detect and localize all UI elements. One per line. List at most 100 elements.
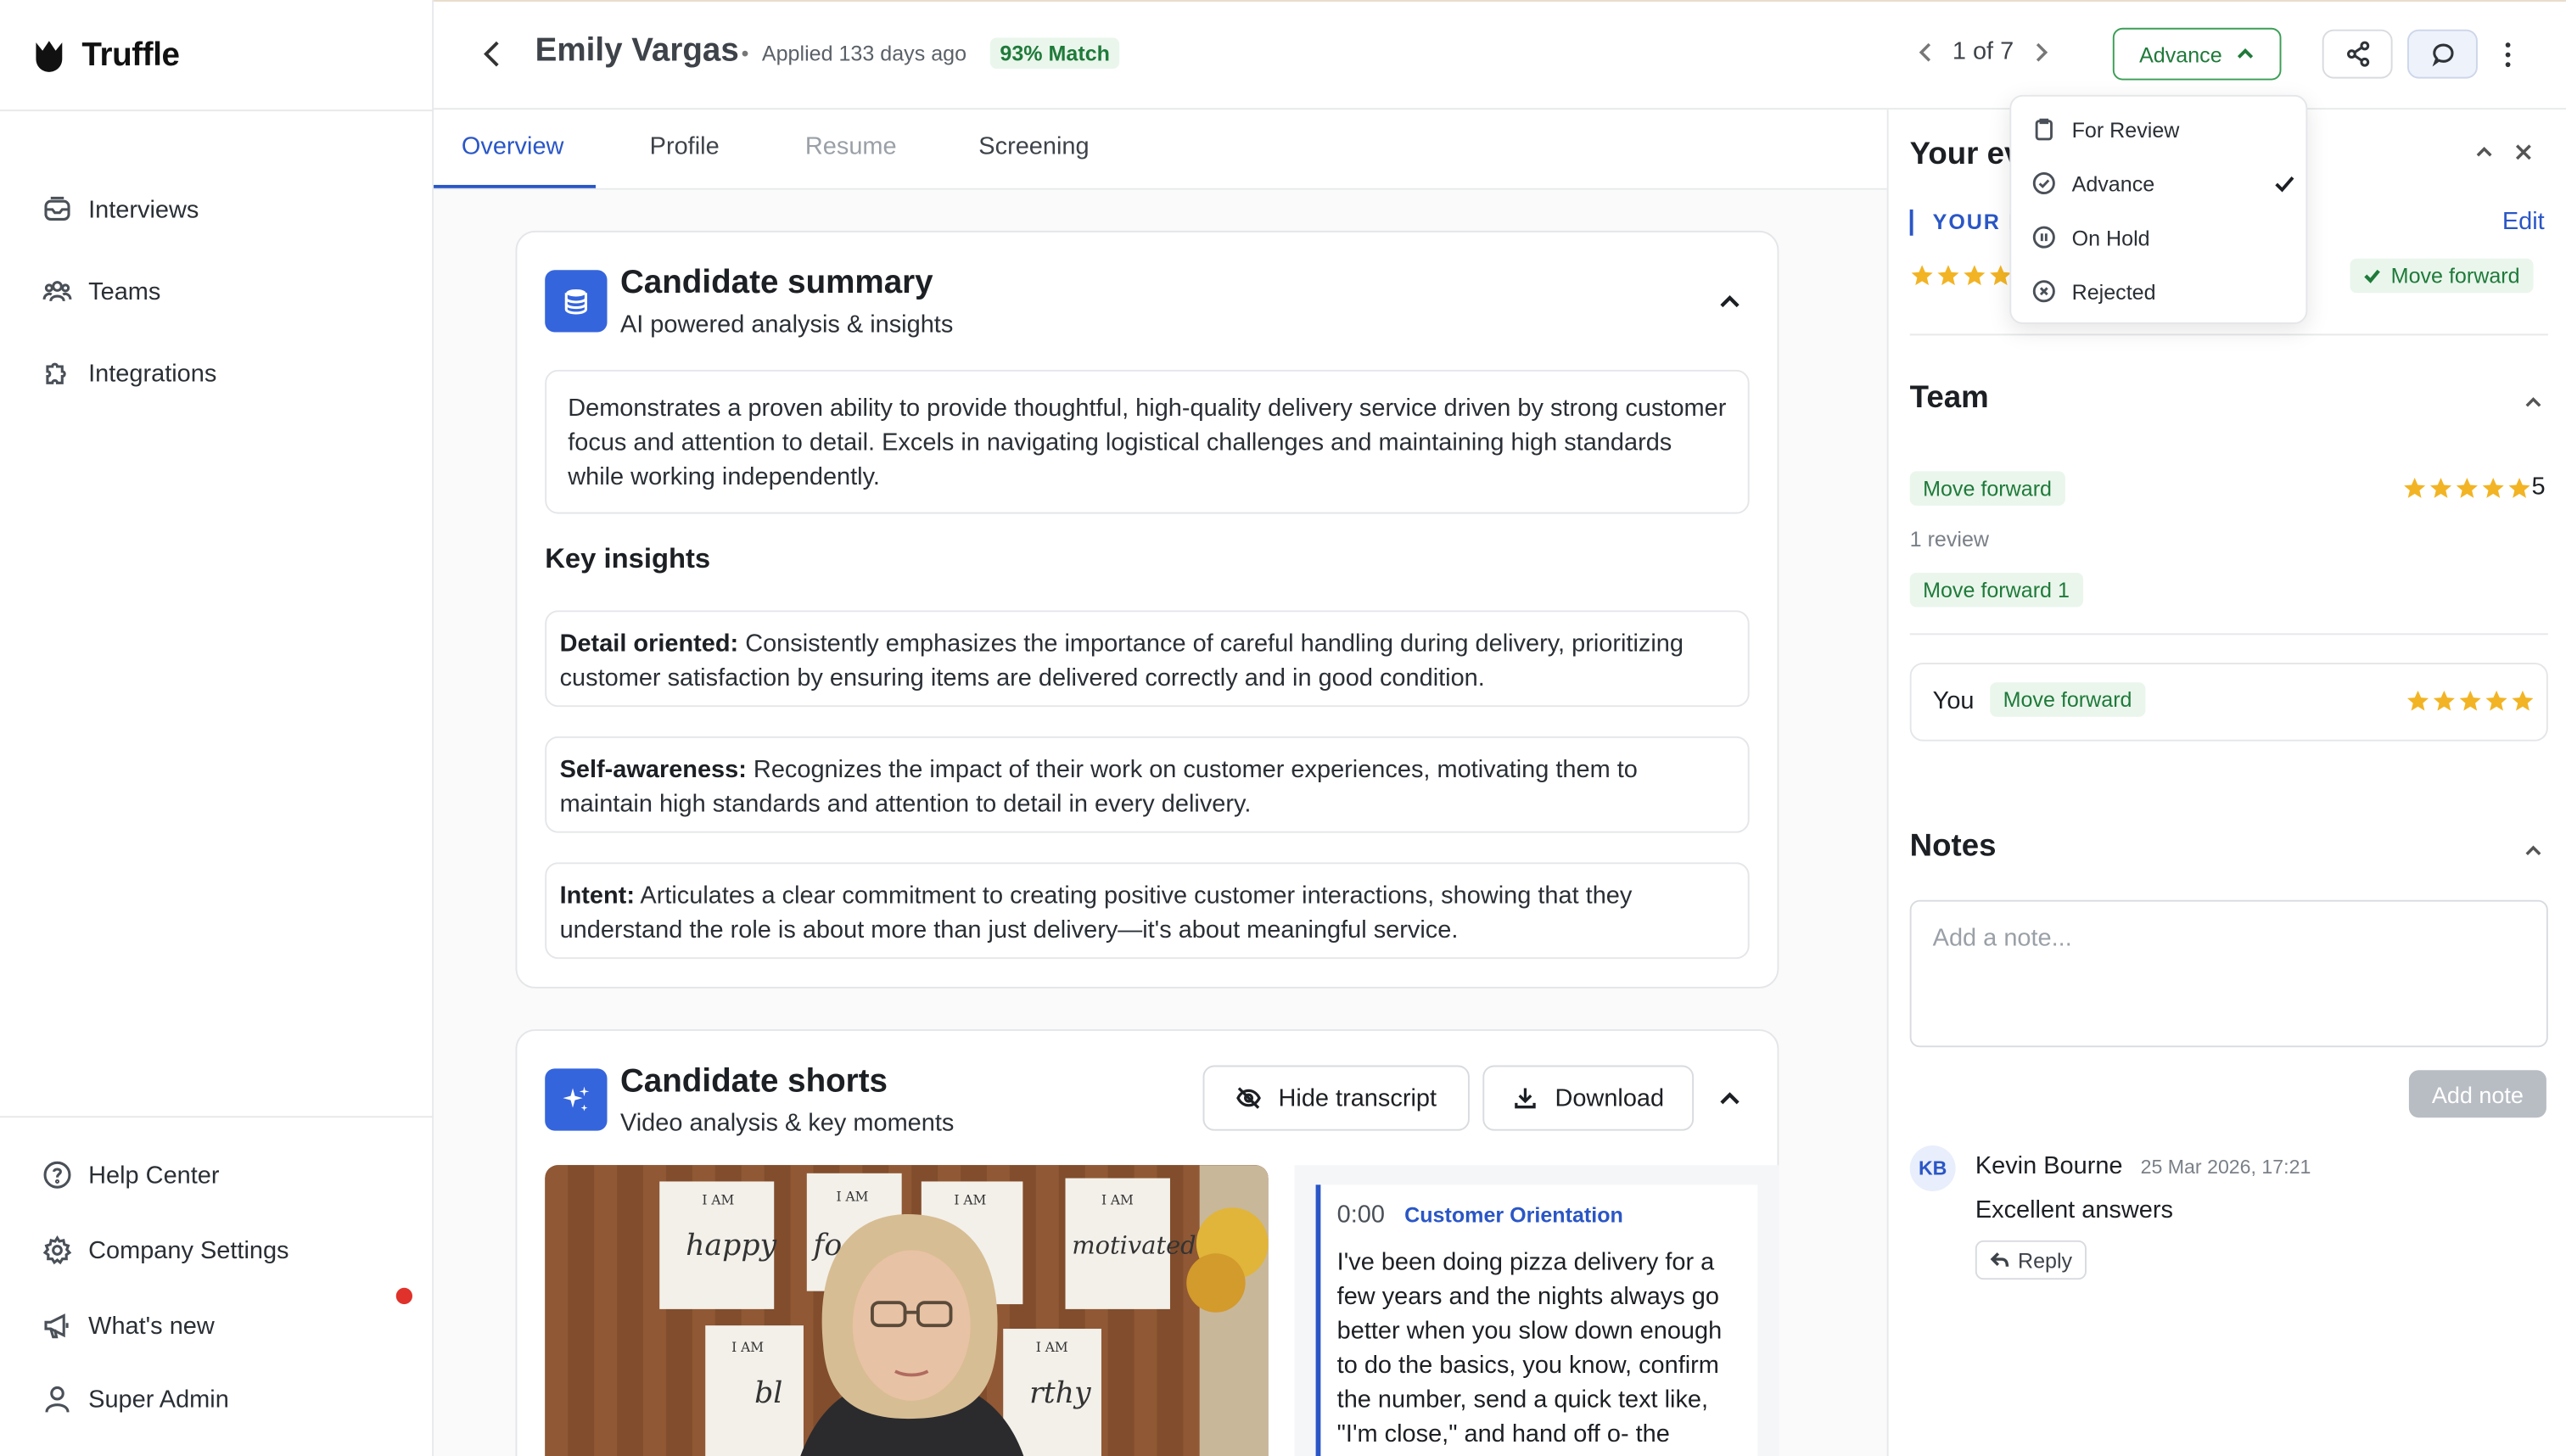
star-icon: [2482, 478, 2504, 498]
kebab-dot: [2504, 61, 2510, 67]
transcript-timestamp: 0:00: [1336, 1201, 1385, 1229]
more-menu-button[interactable]: [2496, 36, 2518, 71]
video-poster-text: I AM: [1036, 1340, 1068, 1355]
gear-icon: [42, 1235, 72, 1265]
back-button[interactable]: [476, 36, 509, 71]
card-title: Candidate shorts: [619, 1063, 888, 1100]
your-review-card: You Move forward: [1909, 663, 2548, 742]
divider: [1909, 333, 2548, 336]
star-icon: [2485, 690, 2507, 711]
note-input[interactable]: [1909, 899, 2548, 1048]
sidebar-item-label: Teams: [88, 277, 161, 305]
inbox-icon: [44, 196, 70, 221]
transcript-segment[interactable]: 0:00 Customer Orientation I've been doing…: [1315, 1184, 1758, 1456]
collapse-shorts-button[interactable]: [1718, 1087, 1741, 1110]
download-button[interactable]: Download: [1482, 1065, 1695, 1131]
your-review-stars: [2406, 689, 2535, 714]
kebab-dot: [2504, 42, 2510, 47]
brand[interactable]: Truffle: [33, 33, 180, 79]
tab-overview[interactable]: Overview: [462, 132, 564, 160]
database-icon: [545, 270, 608, 333]
star-icon: [2406, 690, 2429, 711]
sidebar-item-help-center[interactable]: Help Center: [42, 1157, 220, 1193]
divider: [1909, 633, 2548, 636]
notes-section-title: Notes: [1909, 829, 1997, 865]
separator-dot: •: [741, 41, 749, 66]
overview-content: Candidate summary AI powered analysis & …: [434, 189, 1887, 1456]
menu-item-advance[interactable]: Advance: [2032, 169, 2154, 199]
sidebar-item-whats-new[interactable]: What's new: [42, 1308, 215, 1343]
menu-item-label: For Review: [2071, 116, 2180, 142]
puzzle-icon: [46, 362, 66, 384]
candidate-video-player[interactable]: I AM happy I AM foc I AM I AM motivated …: [545, 1165, 1269, 1456]
chevron-right-icon[interactable]: [2030, 40, 2049, 63]
video-poster-text: I AM: [1101, 1192, 1134, 1207]
tab-profile[interactable]: Profile: [650, 132, 720, 160]
candidate-summary-card: Candidate summary AI powered analysis & …: [515, 230, 1779, 988]
chevron-up-icon: [2525, 845, 2541, 855]
star-icon: [2508, 478, 2530, 498]
truffle-logo-icon: [36, 41, 63, 72]
sidebar-item-interviews[interactable]: Interviews: [42, 192, 199, 227]
star-icon: [1937, 265, 1959, 286]
tab-resume[interactable]: Resume: [805, 132, 897, 160]
star-icon: [1911, 265, 1933, 286]
card-subtitle: AI powered analysis & insights: [619, 311, 954, 339]
sidebar-item-label: Interviews: [88, 195, 199, 224]
chevron-up-icon[interactable]: [2474, 143, 2494, 162]
menu-item-for-review[interactable]: For Review: [2032, 115, 2179, 144]
your-decision-badge: Move forward: [2350, 258, 2533, 294]
video-poster-text: I AM: [731, 1340, 764, 1355]
sidebar-item-teams[interactable]: Teams: [42, 273, 160, 309]
your-evaluation-label: YOUR E: [1909, 209, 2025, 236]
chevron-left-icon[interactable]: [1916, 40, 1936, 63]
insight-item: Self-awareness: Recognizes the impact of…: [545, 736, 1750, 833]
video-frame: I AM happy I AM foc I AM I AM motivated …: [545, 1165, 1269, 1456]
hide-transcript-button[interactable]: Hide transcript: [1202, 1065, 1470, 1131]
comment-author: Kevin Bourne: [1975, 1151, 2123, 1180]
close-icon[interactable]: [2513, 143, 2533, 162]
sidebar-item-integrations[interactable]: Integrations: [42, 356, 216, 391]
selected-check-icon: [2273, 172, 2296, 204]
sidebar-item-company-settings[interactable]: Company Settings: [42, 1232, 289, 1268]
comments-button[interactable]: [2406, 29, 2478, 79]
video-poster-text: I AM: [702, 1192, 734, 1207]
status-dropdown-button[interactable]: Advance: [2112, 27, 2282, 81]
menu-item-label: Rejected: [2071, 278, 2156, 304]
chevron-up-icon: [2525, 397, 2541, 407]
edit-evaluation-link[interactable]: Edit: [2502, 208, 2545, 236]
key-insights-heading: Key insights: [545, 543, 711, 574]
team-summary-badge: Move forward 1: [1909, 573, 2083, 608]
star-icon: [2404, 478, 2426, 498]
video-poster-text: happy: [686, 1229, 776, 1263]
card-subtitle: Video analysis & key moments: [619, 1109, 955, 1138]
tab-screening[interactable]: Screening: [978, 132, 1089, 160]
team-rating-value: 5: [2531, 473, 2546, 501]
menu-item-rejected[interactable]: Rejected: [2032, 277, 2156, 306]
reply-label: Reply: [2017, 1247, 2073, 1273]
applied-date: • Applied 133 days ago: [742, 41, 966, 65]
sidebar-item-super-admin[interactable]: Super Admin: [42, 1381, 229, 1417]
chevron-up-icon: [1720, 295, 1740, 308]
collapse-team-button[interactable]: [2524, 391, 2543, 411]
team-rating-stars: [2402, 476, 2531, 501]
notification-dot: [395, 1287, 413, 1305]
card-title: Candidate summary: [619, 265, 933, 301]
star-icon: [2433, 690, 2455, 711]
video-poster-text: rthy: [1029, 1376, 1091, 1410]
brand-name: Truffle: [81, 36, 180, 73]
decision-label: Move forward 1: [1923, 577, 2070, 602]
menu-item-on-hold[interactable]: On Hold: [2032, 222, 2150, 252]
share-button[interactable]: [2322, 29, 2393, 79]
collapse-notes-button[interactable]: [2524, 839, 2543, 859]
candidate-pager: 1 of 7: [1916, 37, 2049, 65]
insight-item: Detail oriented: Consistently emphasizes…: [545, 610, 1750, 708]
transcript-panel: 0:00 Customer Orientation I've been doing…: [1294, 1165, 1779, 1456]
your-decision-badge: Move forward: [1990, 682, 2145, 717]
add-note-button[interactable]: Add note: [2408, 1070, 2546, 1118]
chevron-left-icon: [484, 41, 499, 67]
collapse-summary-button[interactable]: [1718, 289, 1741, 312]
share-icon: [2346, 41, 2369, 67]
insight-label: Self-awareness:: [559, 756, 747, 784]
reply-button[interactable]: Reply: [1975, 1240, 2087, 1280]
